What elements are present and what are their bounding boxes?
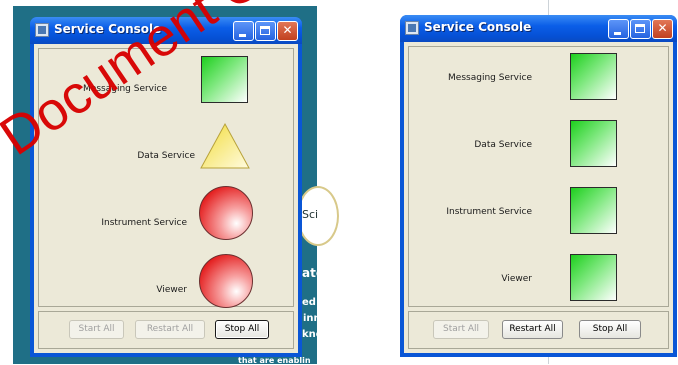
button-bar: Start All Restart All Stop All — [408, 311, 669, 349]
status-indicator-viewer — [199, 254, 253, 308]
minimize-button[interactable] — [233, 21, 254, 41]
service-label-instrument: Instrument Service — [101, 218, 187, 228]
status-indicator-data — [570, 120, 617, 167]
close-button[interactable]: ✕ — [277, 21, 298, 41]
services-panel: Messaging Service Data Service Instrumen… — [408, 46, 669, 307]
app-icon — [35, 23, 49, 37]
status-indicator-instrument — [570, 187, 617, 234]
service-console-window-right: Service Console ✕ Messaging Service Data… — [400, 15, 677, 357]
service-label-data: Data Service — [137, 151, 195, 161]
titlebar[interactable]: Service Console ✕ — [400, 15, 677, 42]
stop-all-button[interactable]: Stop All — [215, 320, 269, 339]
app-icon — [405, 21, 419, 35]
status-indicator-viewer — [570, 254, 617, 301]
background-text: inn — [303, 313, 321, 324]
status-indicator-messaging — [201, 56, 248, 103]
minimize-button[interactable] — [608, 19, 629, 39]
window-client: Messaging Service Data Service Instrumen… — [404, 42, 673, 353]
maximize-button[interactable] — [630, 19, 651, 39]
restart-all-button[interactable]: Restart All — [135, 320, 205, 339]
start-all-button[interactable]: Start All — [69, 320, 124, 339]
status-indicator-messaging — [570, 53, 617, 100]
maximize-button[interactable] — [255, 21, 276, 41]
background-text: ate — [302, 266, 324, 280]
stop-all-button[interactable]: Stop All — [579, 320, 641, 339]
service-label-viewer: Viewer — [156, 285, 187, 295]
service-label-messaging: Messaging Service — [448, 73, 532, 83]
restart-all-button[interactable]: Restart All — [502, 320, 563, 339]
background-text: kno — [302, 329, 323, 340]
start-all-button[interactable]: Start All — [433, 320, 489, 339]
warning-triangle-icon — [200, 122, 250, 169]
service-label-viewer: Viewer — [501, 274, 532, 284]
background-text: ed I — [302, 297, 324, 308]
window-title: Service Console — [424, 20, 532, 34]
service-label-instrument: Instrument Service — [446, 207, 532, 217]
service-label-data: Data Service — [474, 140, 532, 150]
science-badge: Sci — [297, 186, 339, 246]
close-button[interactable]: ✕ — [652, 19, 673, 39]
button-bar: Start All Restart All Stop All — [38, 311, 294, 349]
status-indicator-instrument — [199, 186, 253, 240]
